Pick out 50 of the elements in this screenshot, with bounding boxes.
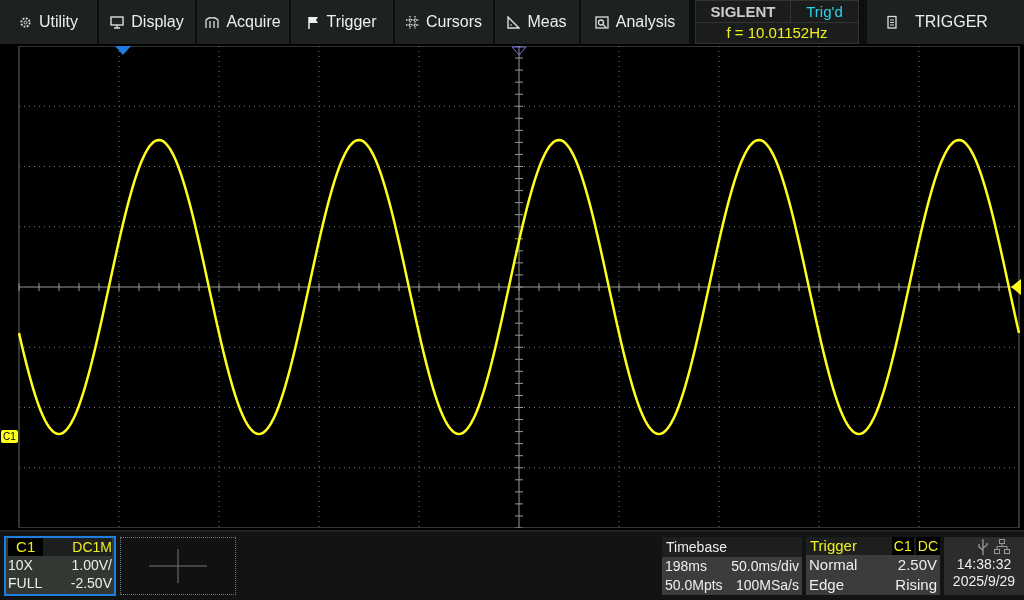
menu-button[interactable]: Trigger	[291, 0, 393, 44]
trigger-coupling: DC	[915, 537, 940, 555]
horizontal-delay: 198ms	[665, 557, 708, 576]
memory-depth: 50.0Mpts	[665, 576, 723, 595]
clock-date: 2025/9/29	[952, 573, 1016, 590]
channel-panel[interactable]: C1 DC1M 10X 1.00V/ FULL -2.50V	[4, 536, 116, 596]
magnifier-icon	[594, 15, 609, 29]
sample-rate: 100MSa/s	[735, 576, 799, 595]
clock-time: 14:38:32	[956, 556, 1012, 573]
gear-icon	[18, 15, 32, 29]
trigger-mode: Normal	[809, 555, 858, 575]
trigger-slope: Rising	[895, 575, 937, 595]
menu-button[interactable]: Analysis	[581, 0, 689, 44]
probe-ratio: 10X	[8, 556, 33, 574]
monitor-icon	[110, 15, 125, 29]
usb-icon	[978, 538, 988, 555]
channel-coupling: DC1M	[43, 538, 112, 556]
flag-icon	[307, 15, 320, 29]
trigger-source: C1	[891, 537, 914, 555]
clipboard-icon	[887, 15, 897, 29]
trigger-panel[interactable]: Trigger C1 DC Normal 2.50V Edge Rising	[806, 537, 940, 595]
ruler-triangle-icon	[507, 15, 521, 29]
trigger-level: 2.50V	[897, 555, 937, 575]
trigger-type: Edge	[809, 575, 845, 595]
channel-marker: C1	[1, 430, 18, 443]
network-icon	[994, 539, 1010, 554]
brand-logo: SIGLENT	[696, 1, 791, 23]
timebase-panel[interactable]: Timebase 198ms 50.0ms/div 50.0Mpts 100MSa/s	[662, 537, 802, 595]
time-scale: 50.0ms/div	[731, 557, 799, 576]
pulse-icon	[205, 15, 220, 29]
menu-button[interactable]: Utility	[0, 0, 97, 44]
add-channel-button[interactable]	[120, 537, 236, 595]
menu-button[interactable]: Acquire	[197, 0, 289, 44]
bandwidth-limit: FULL	[8, 574, 43, 592]
menu-button[interactable]: Cursors	[395, 0, 493, 44]
menu-button[interactable]: Meas	[495, 0, 579, 44]
menu-button[interactable]: Display	[99, 0, 195, 44]
channel-name: C1	[8, 538, 44, 556]
plus-icon	[149, 549, 207, 583]
trigger-title: Trigger	[810, 537, 858, 555]
vertical-offset: -2.50V	[70, 574, 112, 592]
trigger-position-marker	[115, 46, 131, 55]
frequency-readout: f = 10.01152Hz	[725, 23, 829, 43]
trigger-menu-button[interactable]: TRIGGER	[867, 0, 1024, 44]
vertical-scale: 1.00V/	[71, 556, 112, 574]
trigger-level-marker	[1011, 279, 1021, 295]
timebase-title: Timebase	[662, 537, 802, 557]
delay-marker	[511, 46, 527, 56]
grid-icon	[406, 15, 419, 29]
trigger-status: Trig'd	[791, 1, 858, 23]
